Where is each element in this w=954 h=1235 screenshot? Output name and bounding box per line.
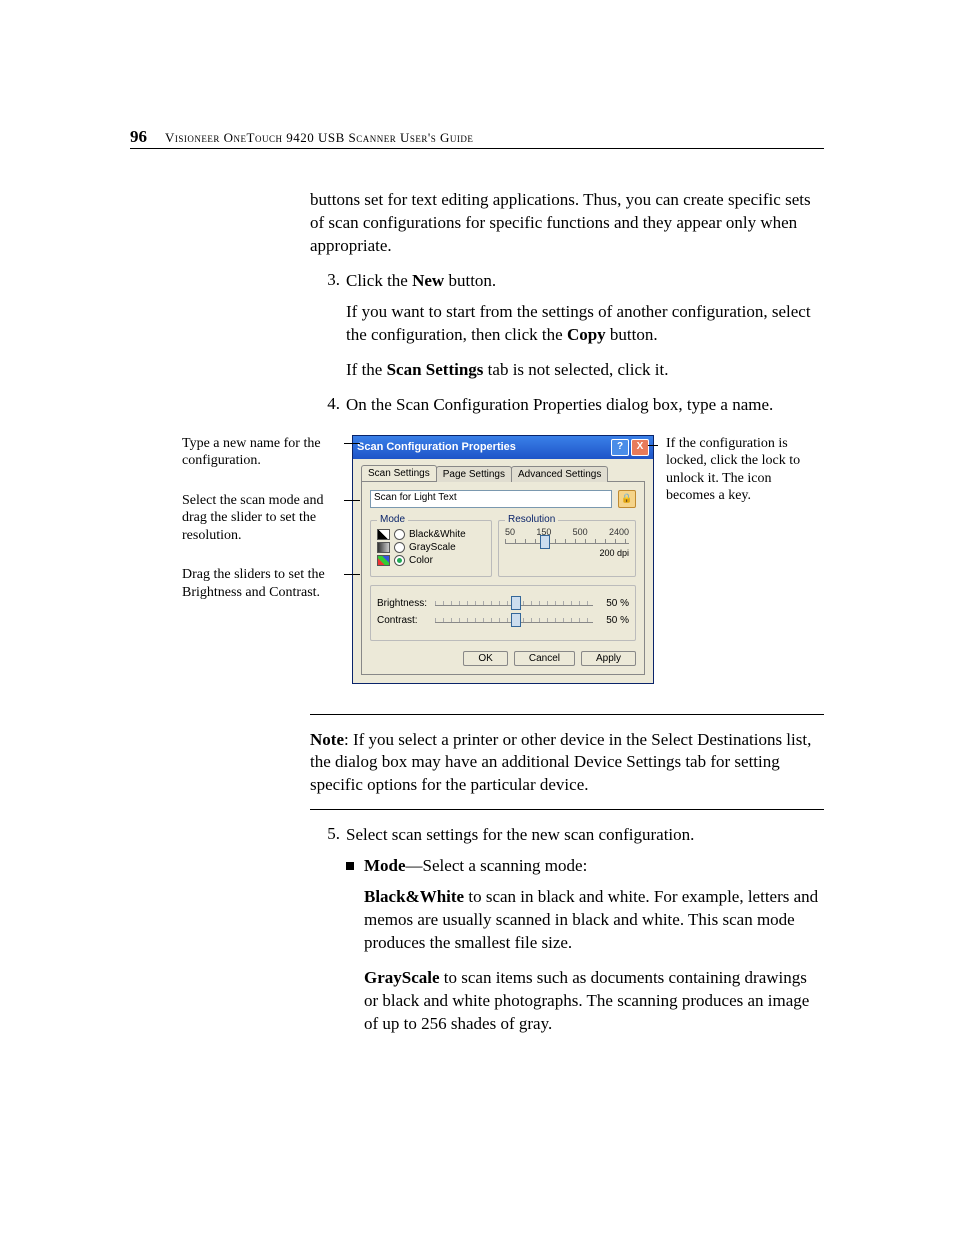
document-page: 96 Visioneer OneTouch 9420 USB Scanner U… [0,0,954,1128]
step3-sub1: If you want to start from the settings o… [346,301,824,347]
new-bold: New [412,271,444,290]
mode-bw-label: Black&White [409,529,466,540]
dialog-buttons: OK Cancel Apply [370,651,636,666]
dialog-titlebar[interactable]: Scan Configuration Properties ? X [353,436,653,459]
resolution-thumb[interactable] [540,535,550,549]
left-callouts: Type a new name for the configuration. S… [182,435,352,624]
callout-left-1: Type a new name for the configuration. [182,435,342,470]
step-4: 4. On the Scan Configuration Properties … [310,394,824,417]
page-number: 96 [130,127,147,147]
tick: 500 [573,527,588,537]
lock-icon[interactable]: 🔒 [618,490,636,508]
contrast-value: 50 % [593,615,629,626]
contrast-thumb[interactable] [511,613,521,627]
mode-groupbox: Mode Black&White GrayScale [370,520,492,577]
scansettings-bold: Scan Settings [387,360,484,379]
step3-sub2: If the Scan Settings tab is not selected… [346,359,824,382]
body-column: buttons set for text editing application… [310,189,824,417]
right-callout: If the configuration is locked, click th… [654,435,816,505]
figure-row: Type a new name for the configuration. S… [182,435,824,684]
gs-icon [377,542,390,553]
text: Click the [346,271,412,290]
help-button[interactable]: ? [611,439,629,456]
step-number: 5. [310,824,346,847]
step-number: 4. [310,394,346,417]
radio-bw[interactable] [394,529,405,540]
brightness-slider[interactable] [435,601,593,606]
brightness-value: 50 % [593,598,629,609]
brightness-contrast-groupbox: Brightness: 50 % Contrast: 50 % [370,585,636,641]
header-title: Visioneer OneTouch 9420 USB Scanner User… [165,130,473,146]
bw-bold: Black&White [364,887,464,906]
tab-advanced-settings[interactable]: Advanced Settings [511,466,608,482]
cancel-button[interactable]: Cancel [514,651,575,666]
text: button. [444,271,496,290]
dpi-value: 200 dpi [505,548,629,558]
config-name-input[interactable]: Scan for Light Text [370,490,612,508]
scan-config-dialog: Scan Configuration Properties ? X Scan S… [352,435,654,684]
text: tab is not selected, click it. [483,360,668,379]
mode-color-label: Color [409,555,433,566]
close-button[interactable]: X [631,439,649,456]
tick: 50 [505,527,515,537]
step-number: 3. [310,270,346,293]
radio-color[interactable] [394,555,405,566]
tick: 2400 [609,527,629,537]
tab-page-settings[interactable]: Page Settings [436,466,512,482]
step-text: Click the New button. [346,270,824,293]
gs-bold: GrayScale [364,968,440,987]
tab-scan-settings[interactable]: Scan Settings [361,465,437,481]
mode-bold: Mode [364,856,406,875]
note-label: Note [310,730,344,749]
apply-button[interactable]: Apply [581,651,636,666]
square-bullet-icon [346,862,354,870]
ok-button[interactable]: OK [463,651,507,666]
step-text: On the Scan Configuration Properties dia… [346,394,824,417]
brightness-label: Brightness: [377,598,435,609]
divider [310,714,824,715]
note-paragraph: Note: If you select a printer or other d… [310,729,824,798]
tab-panel: Scan for Light Text 🔒 Mode Black&White [361,481,645,675]
bullet-text: Mode—Select a scanning mode: [364,855,587,878]
resolution-legend: Resolution [505,514,558,525]
radio-gs[interactable] [394,542,405,553]
resolution-ticks: 50 150 500 2400 [505,527,629,537]
text: —Select a scanning mode: [406,856,588,875]
mode-legend: Mode [377,514,408,525]
contrast-label: Contrast: [377,615,435,626]
contrast-row: Contrast: 50 % [377,615,629,626]
brightness-thumb[interactable] [511,596,521,610]
text: If the [346,360,387,379]
brightness-row: Brightness: 50 % [377,598,629,609]
step-5: 5. Select scan settings for the new scan… [310,824,824,847]
color-icon [377,555,390,566]
mode-resolution-row: Mode Black&White GrayScale [370,516,636,577]
dialog-title: Scan Configuration Properties [357,441,609,453]
note-text: : If you select a printer or other devic… [310,730,811,795]
resolution-groupbox: Resolution 50 150 500 2400 200 dpi [498,520,636,577]
mode-gs-label: GrayScale [409,542,456,553]
contrast-slider[interactable] [435,618,593,623]
mode-color-row[interactable]: Color [377,555,485,566]
tab-strip: Scan Settings Page Settings Advanced Set… [361,465,645,481]
mode-gs-row[interactable]: GrayScale [377,542,485,553]
bw-paragraph: Black&White to scan in black and white. … [364,886,824,955]
gs-paragraph: GrayScale to scan items such as document… [364,967,824,1036]
mode-bw-row[interactable]: Black&White [377,529,485,540]
intro-paragraph: buttons set for text editing application… [310,189,824,258]
text: button. [606,325,658,344]
callout-left-3: Drag the sliders to set the Brightness a… [182,566,342,601]
config-name-row: Scan for Light Text 🔒 [370,490,636,508]
callout-left-2: Select the scan mode and drag the slider… [182,492,342,545]
page-header: 96 Visioneer OneTouch 9420 USB Scanner U… [130,148,824,149]
body-column-2: Note: If you select a printer or other d… [310,714,824,1036]
copy-bold: Copy [567,325,606,344]
resolution-slider[interactable] [505,539,629,544]
step-text: Select scan settings for the new scan co… [346,824,824,847]
divider [310,809,824,810]
mode-bullet: Mode—Select a scanning mode: [346,855,824,878]
dialog-body: Scan Settings Page Settings Advanced Set… [353,459,653,683]
bw-icon [377,529,390,540]
step-3: 3. Click the New button. [310,270,824,293]
